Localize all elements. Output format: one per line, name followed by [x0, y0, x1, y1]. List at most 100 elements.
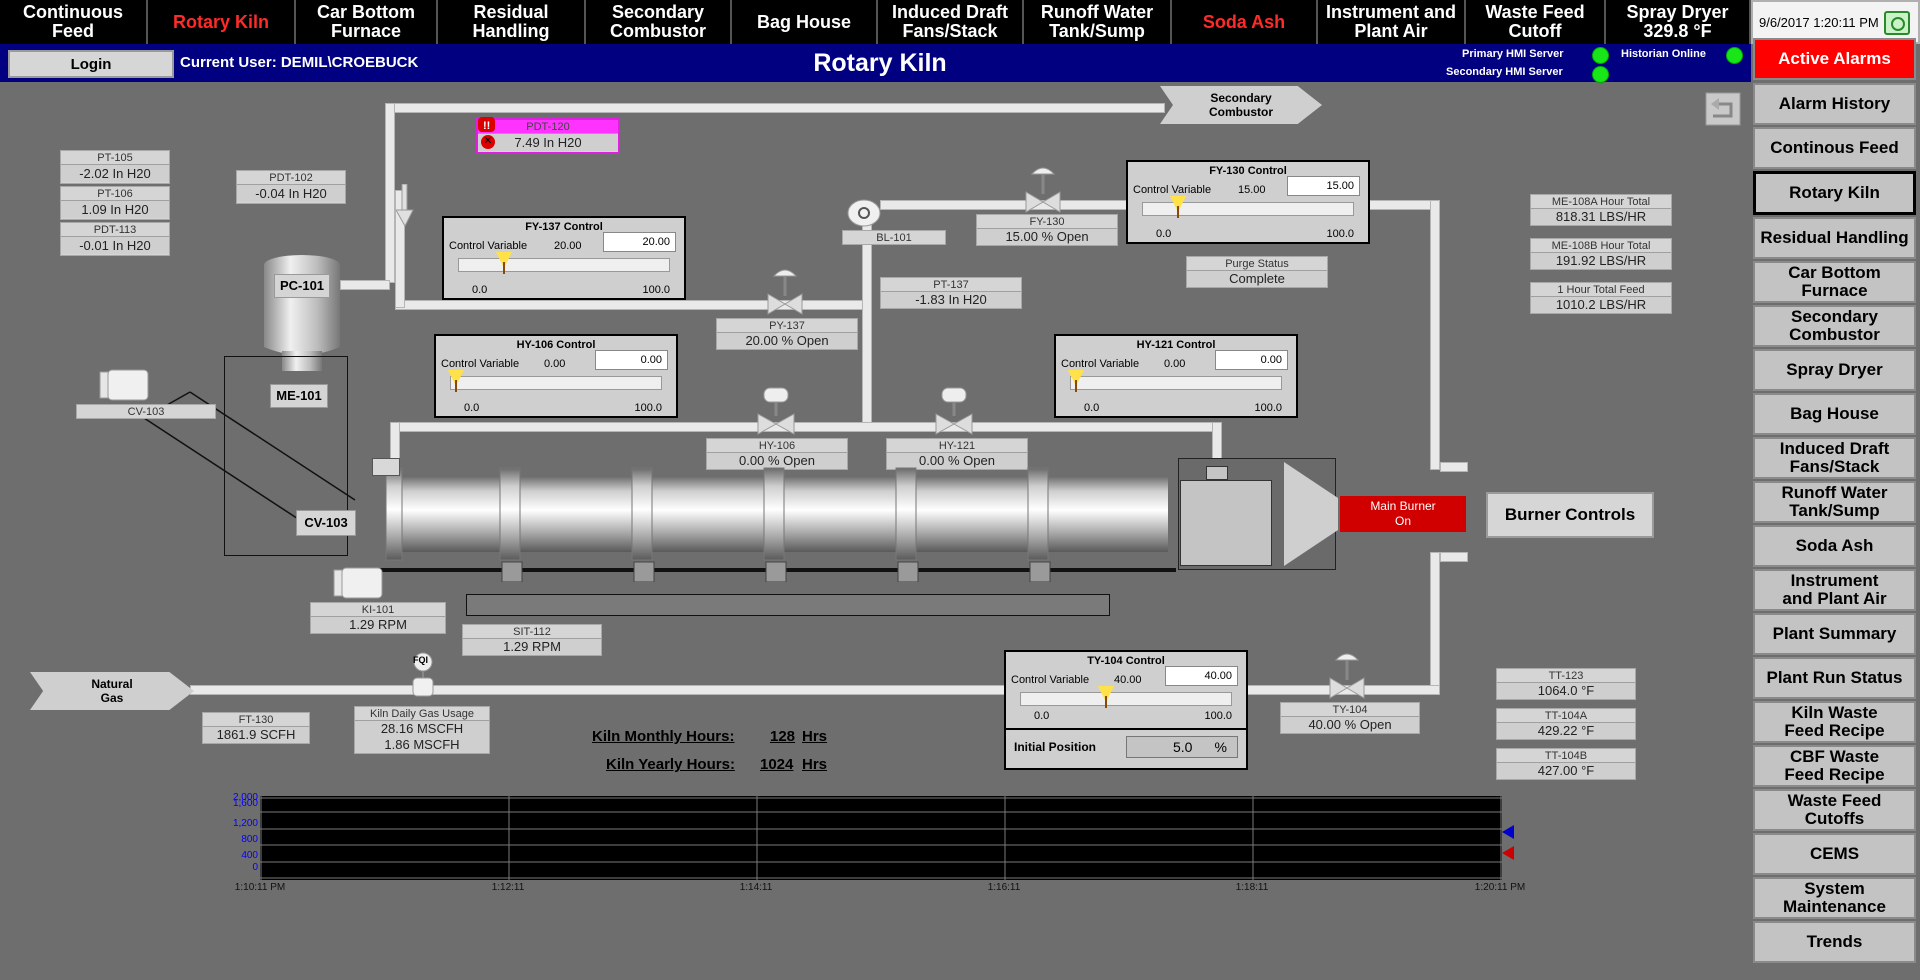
fy130-valve-icon[interactable]	[1024, 164, 1062, 216]
side-runoff-water[interactable]: Runoff Water Tank/Sump	[1753, 481, 1916, 523]
tag-fy130: FY-130 15.00 % Open	[976, 214, 1118, 246]
burner-controls-button[interactable]: Burner Controls	[1486, 492, 1654, 538]
trend-y-tick: 1,600	[232, 798, 258, 809]
header-bar: Login Current User: DEMIL\CROEBUCK Rotar…	[0, 44, 1751, 83]
tag-name: ME-108B Hour Total	[1531, 239, 1671, 253]
kiln-monthly-hours-value: 128	[770, 728, 796, 745]
control-pointer-stem	[1105, 696, 1107, 708]
tab-spray-dryer[interactable]: Spray Dryer 329.8 °F	[1606, 0, 1751, 44]
side-plant-run-status[interactable]: Plant Run Status	[1753, 657, 1916, 699]
ty104-control-panel: TY-104 Control Control Variable 40.00 40…	[1004, 650, 1248, 770]
side-spray-dryer[interactable]: Spray Dryer	[1753, 349, 1916, 391]
tag-name: 1 Hour Total Feed	[1531, 283, 1671, 297]
side-cems[interactable]: CEMS	[1753, 833, 1916, 875]
tab-waste-feed-cutoff[interactable]: Waste Feed Cutoff	[1466, 0, 1606, 44]
control-pointer-stem	[1177, 206, 1179, 218]
tab-induced-draft[interactable]: Induced Draft Fans/Stack	[878, 0, 1024, 44]
main-burner-status[interactable]: Main Burner On	[1340, 496, 1466, 532]
side-soda-ash[interactable]: Soda Ash	[1753, 525, 1916, 567]
side-plant-summary[interactable]: Plant Summary	[1753, 613, 1916, 655]
control-value: 20.00	[554, 240, 582, 252]
control-input[interactable]: 20.00	[603, 232, 676, 252]
control-min: 0.0	[1034, 710, 1050, 722]
tab-residual-handling[interactable]: Residual Handling	[438, 0, 586, 44]
side-kiln-waste-recipe[interactable]: Kiln Waste Feed Recipe	[1753, 701, 1916, 743]
kiln-yearly-hours-label: Kiln Yearly Hours:	[606, 756, 735, 773]
control-input[interactable]: 40.00	[1165, 666, 1238, 686]
tab-bag-house[interactable]: Bag House	[732, 0, 878, 44]
tag-name: HY-121	[887, 439, 1027, 453]
control-slider[interactable]	[1020, 692, 1232, 706]
hy106-valve-icon[interactable]	[756, 386, 796, 436]
control-label: Control Variable	[1061, 358, 1140, 370]
side-bag-house[interactable]: Bag House	[1753, 393, 1916, 435]
tag-ft130: FT-130 1861.9 SCFH	[202, 712, 310, 744]
tag-name: BL-101	[876, 232, 912, 244]
tag-value: 427.00 °F	[1497, 763, 1635, 779]
tag-value: 15.00 % Open	[977, 229, 1117, 245]
control-input[interactable]: 15.00	[1287, 176, 1360, 196]
side-induced-draft[interactable]: Induced Draft Fans/Stack	[1753, 437, 1916, 479]
kiln-yearly-hours-value: 1024	[760, 756, 794, 773]
tab-secondary-combustor[interactable]: Secondary Combustor	[586, 0, 732, 44]
hy121-valve-icon[interactable]	[934, 386, 974, 436]
return-icon[interactable]	[1705, 92, 1741, 126]
trend-y-tick: 400	[241, 850, 258, 861]
trend-x-tick: 1:18:11	[1235, 882, 1269, 893]
tag-pdt120-alarm[interactable]: PDT-120 ✕ 7.49 In H20	[476, 118, 620, 154]
side-instrument-air[interactable]: Instrument and Plant Air	[1753, 569, 1916, 611]
side-waste-feed-cutoffs[interactable]: Waste Feed Cutoffs	[1753, 789, 1916, 831]
side-car-bottom-furnace[interactable]: Car Bottom Furnace	[1753, 261, 1916, 303]
ty104-valve-icon[interactable]	[1328, 650, 1366, 702]
primary-hmi-status-icon	[1592, 47, 1609, 64]
secondary-hmi-status-icon	[1592, 66, 1609, 83]
control-input[interactable]: 0.00	[595, 350, 668, 370]
tag-name: TT-123	[1497, 669, 1635, 683]
control-input[interactable]: 0.00	[1215, 350, 1288, 370]
tab-instrument-air[interactable]: Instrument and Plant Air	[1318, 0, 1466, 44]
tag-kiln-daily-gas: Kiln Daily Gas Usage 28.16 MSCFH 1.86 MS…	[354, 706, 490, 754]
side-trends[interactable]: Trends	[1753, 921, 1916, 963]
login-button[interactable]: Login	[8, 50, 174, 78]
tab-rotary-kiln[interactable]: Rotary Kiln	[148, 0, 296, 44]
tab-runoff-water[interactable]: Runoff Water Tank/Sump	[1024, 0, 1172, 44]
tag-value: 1.29 RPM	[311, 617, 445, 633]
tag-value: 1.09 In H20	[61, 201, 169, 218]
tag-sit112: SIT-112 1.29 RPM	[462, 624, 602, 656]
control-slider[interactable]	[458, 258, 670, 272]
tab-soda-ash[interactable]: Soda Ash	[1172, 0, 1318, 44]
pipe-pc101-stub	[340, 280, 390, 290]
control-slider[interactable]	[1070, 376, 1282, 390]
side-secondary-combustor[interactable]: Secondary Combustor	[1753, 305, 1916, 347]
side-active-alarms[interactable]: Active Alarms	[1753, 38, 1916, 80]
side-rotary-kiln[interactable]: Rotary Kiln	[1753, 171, 1916, 215]
control-max: 100.0	[634, 402, 662, 414]
tag-pt106: PT-106 1.09 In H20	[60, 186, 170, 220]
cv103-motor-icon	[99, 369, 149, 401]
tag-name: PDT-120	[478, 120, 618, 134]
initial-position-field[interactable]: 5.0 %	[1126, 736, 1238, 758]
historian-status-icon	[1726, 47, 1743, 64]
py137-valve-icon[interactable]	[766, 266, 804, 318]
side-continous-feed[interactable]: Continous Feed	[1753, 127, 1916, 169]
side-residual-handling[interactable]: Residual Handling	[1753, 217, 1916, 259]
tag-name: FY-130	[977, 215, 1117, 229]
tag-name: TT-104B	[1497, 749, 1635, 763]
tag-name: HY-106	[707, 439, 847, 453]
initial-position-unit: %	[1214, 739, 1227, 755]
tab-continuous-feed[interactable]: Continuous Feed	[0, 0, 148, 44]
tag-name: PDT-102	[237, 171, 345, 185]
phone-icon[interactable]	[1884, 11, 1910, 35]
tab-car-bottom-furnace[interactable]: Car Bottom Furnace	[296, 0, 438, 44]
trend-chart[interactable]	[260, 796, 1502, 880]
trend-plot-area	[260, 796, 1502, 880]
cv103-label: CV-103	[296, 510, 356, 536]
control-slider[interactable]	[450, 376, 662, 390]
kiln-monthly-hours-unit: Hrs	[802, 728, 828, 745]
control-value: 0.00	[1164, 358, 1186, 370]
side-system-maintenance[interactable]: System Maintenance	[1753, 877, 1916, 919]
side-cbf-waste-recipe[interactable]: CBF Waste Feed Recipe	[1753, 745, 1916, 787]
tag-ty104: TY-104 40.00 % Open	[1280, 702, 1420, 734]
side-alarm-history[interactable]: Alarm History	[1753, 83, 1916, 125]
trend-marker-red-icon	[1502, 846, 1514, 860]
